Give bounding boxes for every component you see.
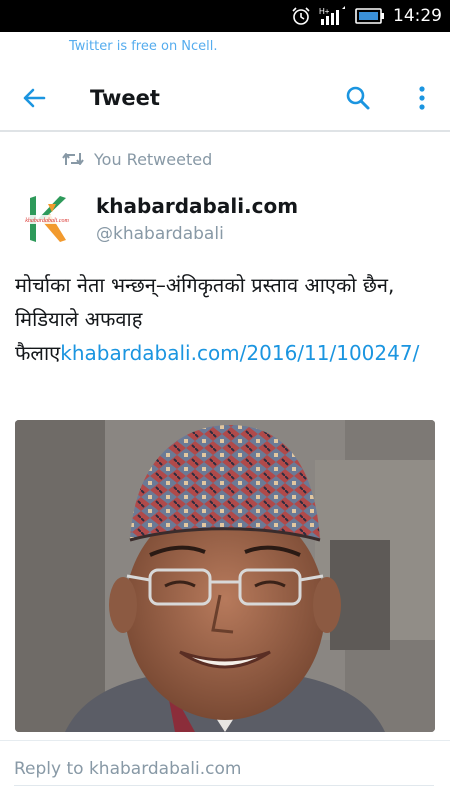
retweet-icon [62, 153, 84, 165]
battery-icon [355, 8, 384, 24]
more-vertical-icon[interactable] [412, 84, 432, 112]
signal-icon: H+ [319, 6, 345, 25]
khabardabali-logo: khabardabali.com [15, 187, 79, 251]
alarm-icon [292, 7, 310, 25]
app-bar: Tweet [0, 62, 450, 132]
status-icons: H+ 14:29 [291, 0, 442, 32]
tweet-media-photo[interactable] [15, 420, 435, 732]
retweet-context: You Retweeted [62, 146, 212, 172]
network-type-label: H+ [319, 7, 330, 16]
author-handle[interactable]: @khabardabali [96, 224, 224, 244]
back-arrow-icon[interactable] [20, 84, 48, 112]
promo-banner[interactable]: Twitter is free on Ncell. [0, 32, 450, 62]
avatar[interactable]: khabardabali.com [14, 186, 80, 252]
retweet-label: You Retweeted [94, 149, 213, 169]
status-bar: H+ 14:29 [0, 0, 450, 32]
tweet-link[interactable]: khabardabali.com/2016/11/100247/ [60, 341, 419, 365]
avatar-logo-text: khabardabali.com [25, 218, 69, 224]
divider [0, 740, 450, 741]
tweet-text: मोर्चाका नेता भन्छन्–अंगिकृतको प्रस्ताव … [15, 268, 435, 370]
reply-input[interactable]: Reply to khabardabali.com [14, 752, 434, 786]
author-name[interactable]: khabardabali.com [96, 194, 298, 218]
status-time: 14:29 [393, 6, 442, 26]
search-icon[interactable] [344, 84, 372, 112]
page-title: Tweet [90, 86, 160, 110]
photo-of-man-in-dhaka-topi [15, 420, 435, 732]
